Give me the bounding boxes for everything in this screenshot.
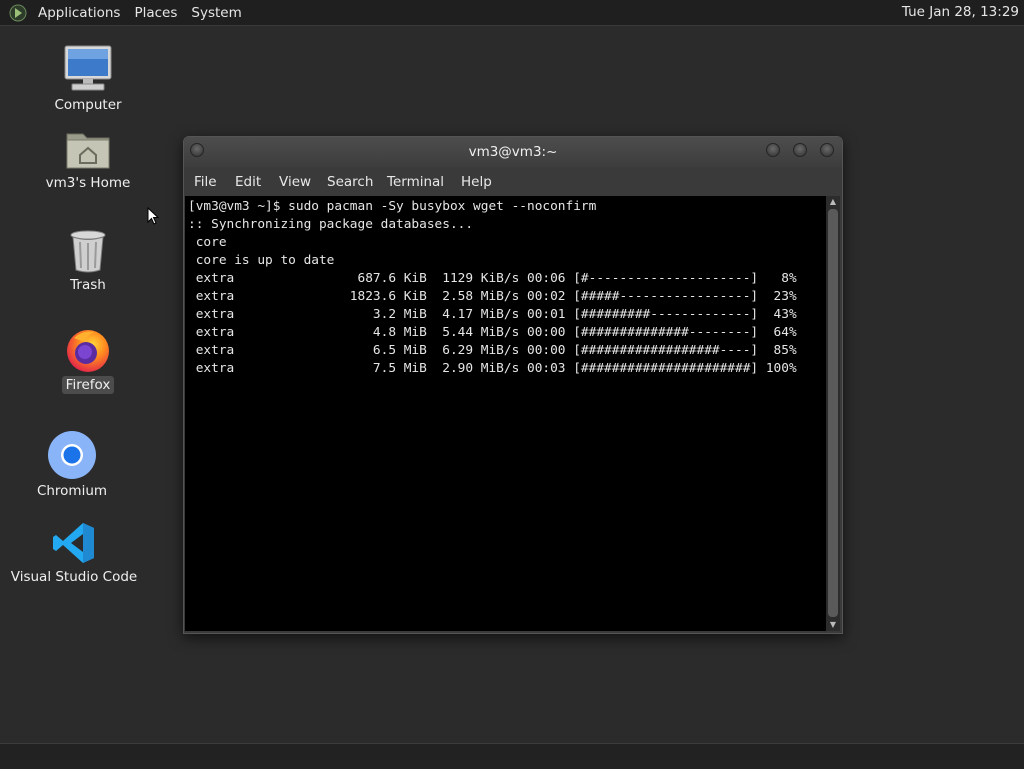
terminal-line: [vm3@vm3 ~]$ sudo pacman -Sy busybox wge…	[188, 199, 597, 214]
terminal-line: extra 687.6 KiB 1129 KiB/s 00:06 [#-----…	[188, 271, 797, 286]
desktop-icon-trash[interactable]: Trash	[33, 228, 143, 294]
desktop-icon-vscode[interactable]: Visual Studio Code	[6, 520, 142, 586]
terminal-line: extra 6.5 MiB 6.29 MiB/s 00:00 [########…	[188, 343, 797, 358]
maximize-button[interactable]	[793, 143, 807, 157]
gnome-foot-icon[interactable]	[9, 4, 27, 22]
desktop-icon-firefox[interactable]: Firefox	[33, 326, 143, 394]
menu-edit[interactable]: Edit	[235, 174, 261, 190]
terminal-output[interactable]: [vm3@vm3 ~]$ sudo pacman -Sy busybox wge…	[185, 196, 826, 631]
scroll-down-arrow-icon[interactable]: ▼	[826, 619, 840, 631]
terminal-line: extra 3.2 MiB 4.17 MiB/s 00:01 [########…	[188, 307, 797, 322]
terminal-line: :: Synchronizing package databases...	[188, 217, 474, 232]
mouse-pointer-icon	[147, 207, 159, 225]
desktop-icon-label: Computer	[54, 97, 122, 113]
terminal-menubar: File Edit View Search Terminal Help	[184, 167, 842, 196]
scroll-up-arrow-icon[interactable]: ▲	[826, 196, 840, 208]
menu-view[interactable]: View	[279, 174, 311, 190]
computer-icon	[64, 45, 112, 91]
bottom-panel	[0, 743, 1024, 769]
desktop-icon-home[interactable]: vm3's Home	[33, 128, 143, 192]
chromium-icon	[48, 431, 96, 479]
clock[interactable]: Tue Jan 28, 13:29	[902, 4, 1019, 20]
places-menu[interactable]: Places	[127, 5, 184, 21]
desktop-icon-label: vm3's Home	[45, 175, 131, 191]
minimize-button[interactable]	[766, 143, 780, 157]
trash-icon	[70, 230, 106, 273]
desktop-icon-label: Trash	[70, 277, 106, 293]
desktop-icon-label: Visual Studio Code	[10, 569, 138, 585]
menu-terminal[interactable]: Terminal	[387, 174, 444, 190]
vertical-scrollbar[interactable]: ▲ ▼	[826, 196, 840, 631]
top-panel: Applications Places System Tue Jan 28, 1…	[0, 0, 1024, 26]
firefox-icon	[67, 330, 109, 372]
desktop-icon-chromium[interactable]: Chromium	[17, 430, 127, 500]
menu-help[interactable]: Help	[461, 174, 492, 190]
menu-file[interactable]: File	[194, 174, 217, 190]
terminal-line: extra 1823.6 KiB 2.58 MiB/s 00:02 [#####…	[188, 289, 797, 304]
menu-search[interactable]: Search	[327, 174, 373, 190]
applications-menu[interactable]: Applications	[31, 5, 127, 21]
terminal-text: [vm3@vm3 ~]$ sudo pacman -Sy busybox wge…	[188, 198, 797, 378]
desktop-icon-label: Chromium	[36, 483, 108, 499]
desktop-icon-computer[interactable]: Computer	[33, 44, 143, 114]
home-folder-icon	[66, 133, 110, 169]
scrollbar-thumb[interactable]	[828, 209, 838, 617]
terminal-line: extra 4.8 MiB 5.44 MiB/s 00:00 [########…	[188, 325, 797, 340]
desktop-icon-label: Firefox	[61, 376, 115, 394]
close-button[interactable]	[820, 143, 834, 157]
terminal-line: extra 7.5 MiB 2.90 MiB/s 00:03 [########…	[188, 361, 797, 376]
window-titlebar[interactable]: vm3@vm3:~	[184, 137, 842, 167]
terminal-window[interactable]: vm3@vm3:~ File Edit View Search Terminal…	[183, 136, 843, 634]
terminal-line: core	[188, 235, 227, 250]
window-title: vm3@vm3:~	[468, 144, 558, 160]
terminal-line: core is up to date	[188, 253, 335, 268]
system-menu[interactable]: System	[184, 5, 248, 21]
vscode-icon	[53, 523, 94, 563]
